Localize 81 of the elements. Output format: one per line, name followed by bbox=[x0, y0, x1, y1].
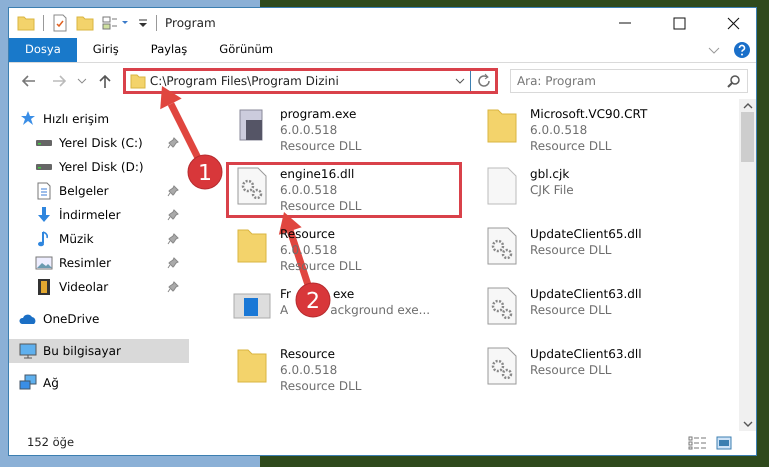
step-badge bbox=[188, 154, 222, 190]
folder-icon bbox=[130, 73, 146, 89]
ribbon-tab[interactable]: Paylaş bbox=[134, 38, 204, 62]
step-number: 1 bbox=[198, 161, 212, 186]
file-detail: Resource DLL bbox=[280, 199, 362, 213]
file-detail: 6.0.0.518 bbox=[280, 183, 338, 197]
properties-icon[interactable] bbox=[52, 14, 68, 32]
file-name: engine16.dll bbox=[280, 167, 354, 181]
scroll-down-icon[interactable] bbox=[742, 420, 752, 428]
sidebar-item[interactable]: Videolar bbox=[9, 275, 189, 299]
document-icon bbox=[35, 182, 53, 200]
close-icon bbox=[726, 16, 740, 30]
network-icon bbox=[19, 374, 37, 392]
dropdown-icon[interactable] bbox=[454, 76, 466, 86]
file-name: UpdateClient65.dll bbox=[530, 227, 642, 241]
sidebar-item[interactable]: Bu bilgisayar bbox=[9, 339, 189, 363]
help-icon[interactable] bbox=[734, 42, 750, 58]
dropdown-icon[interactable] bbox=[138, 17, 148, 29]
file-detail: 6.0.0.518 bbox=[280, 123, 338, 137]
file-detail: Resource DLL bbox=[280, 379, 362, 393]
file-name: UpdateClient63.dll bbox=[530, 287, 642, 301]
tiles-view-icon[interactable] bbox=[716, 436, 732, 450]
file-name: program.exe bbox=[280, 107, 356, 121]
image-icon bbox=[35, 254, 53, 272]
sidebar-item[interactable]: OneDrive bbox=[9, 307, 189, 331]
star-icon bbox=[19, 110, 37, 128]
scroll-up-icon[interactable] bbox=[742, 102, 752, 110]
maximize-icon bbox=[672, 16, 686, 30]
file-name: gbl.cjk bbox=[530, 167, 570, 181]
step-badge bbox=[296, 282, 330, 318]
file-item[interactable]: program.exe 6.0.0.518 Resource DLL bbox=[226, 102, 462, 158]
file-item[interactable]: UpdateClient65.dll Resource DLL bbox=[476, 222, 712, 278]
sidebar-item[interactable]: İndirmeler bbox=[9, 203, 189, 227]
expand-ribbon-icon[interactable] bbox=[708, 45, 720, 55]
file-detail: Resource DLL bbox=[280, 139, 362, 153]
file-detail: 6.0.0.518 bbox=[530, 123, 588, 137]
file-detail: Resource DLL bbox=[530, 363, 612, 377]
drive-icon bbox=[35, 163, 53, 171]
sidebar-item[interactable]: Belgeler bbox=[9, 179, 189, 203]
file-detail: CJK File bbox=[530, 183, 574, 197]
file-detail: Resource DLL bbox=[530, 139, 612, 153]
recent-dropdown-icon[interactable] bbox=[77, 77, 87, 85]
sidebar-item[interactable]: Müzik bbox=[9, 227, 189, 251]
item-count: 152 öğe bbox=[27, 434, 76, 452]
window-title: Program bbox=[165, 15, 217, 32]
details-view-icon[interactable] bbox=[688, 436, 708, 450]
file-item[interactable]: engine16.dll 6.0.0.518 Resource DLL bbox=[226, 162, 462, 218]
file-name: Fr bbox=[280, 287, 291, 301]
address-bar[interactable]: C:\Program Files\Program Dizini bbox=[122, 68, 498, 94]
search-field[interactable]: Ara: Program bbox=[510, 69, 748, 93]
download-arrow-icon bbox=[35, 206, 53, 224]
file-item[interactable]: Resource 6.0.0.518 Resource DLL bbox=[226, 342, 462, 398]
file-detail: A bbox=[280, 303, 288, 317]
file-detail: 6.0.0.518 bbox=[280, 363, 338, 377]
ribbon-tab[interactable]: Görünüm bbox=[203, 38, 290, 62]
sidebar-item[interactable]: Yerel Disk (D:) bbox=[9, 155, 189, 179]
sidebar-item[interactable]: Hızlı erişim bbox=[9, 107, 189, 131]
scrollbar-thumb[interactable] bbox=[741, 112, 754, 162]
file-item[interactable]: gbl.cjk CJK File bbox=[476, 162, 712, 218]
film-strip-icon bbox=[35, 278, 53, 296]
ribbon-tab[interactable]: Giriş bbox=[76, 38, 135, 62]
computer-icon bbox=[19, 342, 37, 360]
drive-icon bbox=[35, 139, 53, 147]
view-icon[interactable] bbox=[102, 15, 130, 31]
search-icon bbox=[727, 74, 741, 88]
file-name: UpdateClient63.dll bbox=[530, 347, 642, 361]
file-name: Microsoft.VC90.CRT bbox=[530, 107, 648, 121]
step-number: 2 bbox=[306, 289, 320, 314]
file-item[interactable]: UpdateClient63.dll Resource DLL bbox=[476, 282, 712, 338]
address-path: C:\Program Files\Program Dizini bbox=[150, 73, 340, 90]
sidebar-item[interactable]: Ağ bbox=[9, 371, 189, 395]
file-item[interactable]: UpdateClient63.dll Resource DLL bbox=[476, 342, 712, 398]
file-item[interactable]: Microsoft.VC90.CRT 6.0.0.518 Resource DLL bbox=[476, 102, 712, 158]
file-detail: Resource DLL bbox=[530, 303, 612, 317]
ribbon-tab[interactable]: Dosya bbox=[9, 38, 77, 62]
file-name: exe bbox=[332, 287, 354, 301]
file-name: Resource bbox=[280, 347, 336, 361]
sidebar-item[interactable]: Yerel Disk (C:) bbox=[9, 131, 189, 155]
sidebar-item[interactable]: Resimler bbox=[9, 251, 189, 275]
file-detail: ackground exe... bbox=[330, 303, 430, 317]
file-detail: Resource DLL bbox=[530, 243, 612, 257]
